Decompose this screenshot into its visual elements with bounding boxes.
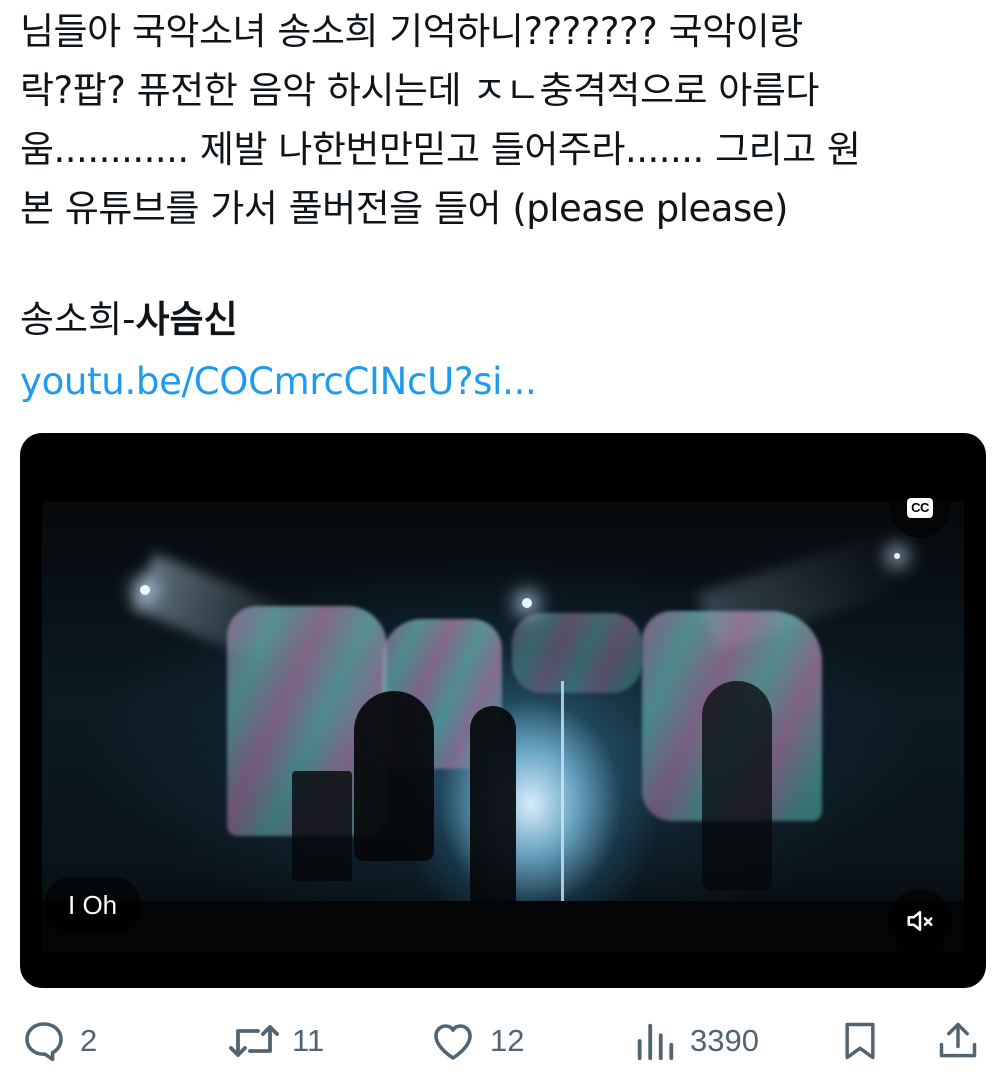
retweet-button[interactable]: 11 [228,1010,324,1072]
stage-floor [42,901,964,953]
heart-icon [434,1024,472,1060]
reply-count: 2 [80,1023,98,1058]
like-button[interactable]: 12 [428,1010,524,1072]
bookmark-button[interactable] [838,1010,882,1072]
captions-button[interactable]: CC [890,478,950,538]
video-player[interactable]: CC I Oh [20,433,986,988]
song-credit: 송소희-사슴신 [20,290,238,349]
song-artist: 송소희- [20,298,136,341]
video-frame [42,501,964,953]
singer-silhouette [470,706,516,921]
reply-button[interactable]: 2 [20,1010,97,1072]
retweet-count: 11 [292,1023,325,1058]
views-count: 3390 [690,1023,759,1058]
mute-button[interactable] [888,889,952,953]
tweet-text-line: 본 유튜브를 가서 풀버전을 들어 (please please) [20,187,788,230]
views-button[interactable]: 3390 [632,1010,759,1072]
tweet-text-line: 움............ 제발 나한번만믿고 들어주라....... 그리고 … [20,128,861,171]
views-icon [637,1023,674,1061]
retweet-icon [229,1025,279,1057]
tweet-actions: 2 11 12 3390 [20,1010,986,1072]
tweet-text: 님들아 국악소녀 송소희 기억하니??????? 국악이랑 락?팝? 퓨전한 음… [20,2,970,238]
share-icon [939,1022,977,1058]
song-title: 사슴신 [135,298,238,341]
cc-icon: CC [907,498,933,518]
video-caption: I Oh [44,877,142,933]
keyboard-silhouette [292,771,352,881]
reply-icon [25,1022,63,1062]
stage-drape [512,613,642,693]
stage-light [140,585,150,595]
tweet-text-line: 님들아 국악소녀 송소희 기억하니??????? 국악이랑 [20,10,803,53]
share-button[interactable] [936,1010,980,1072]
performer-silhouette [702,681,772,891]
stage-light [522,598,532,608]
performer-silhouette [354,691,434,861]
like-count: 12 [490,1023,525,1058]
muted-speaker-icon [907,911,933,931]
mic-stand [561,681,564,921]
youtube-link[interactable]: youtu.be/COCmrcCINcU?si... [20,352,537,411]
stage-light [894,553,900,559]
bookmark-icon [845,1022,875,1060]
tweet-text-line: 락?팝? 퓨전한 음악 하시는데 ㅈㄴ충격적으로 아름다 [20,69,819,112]
